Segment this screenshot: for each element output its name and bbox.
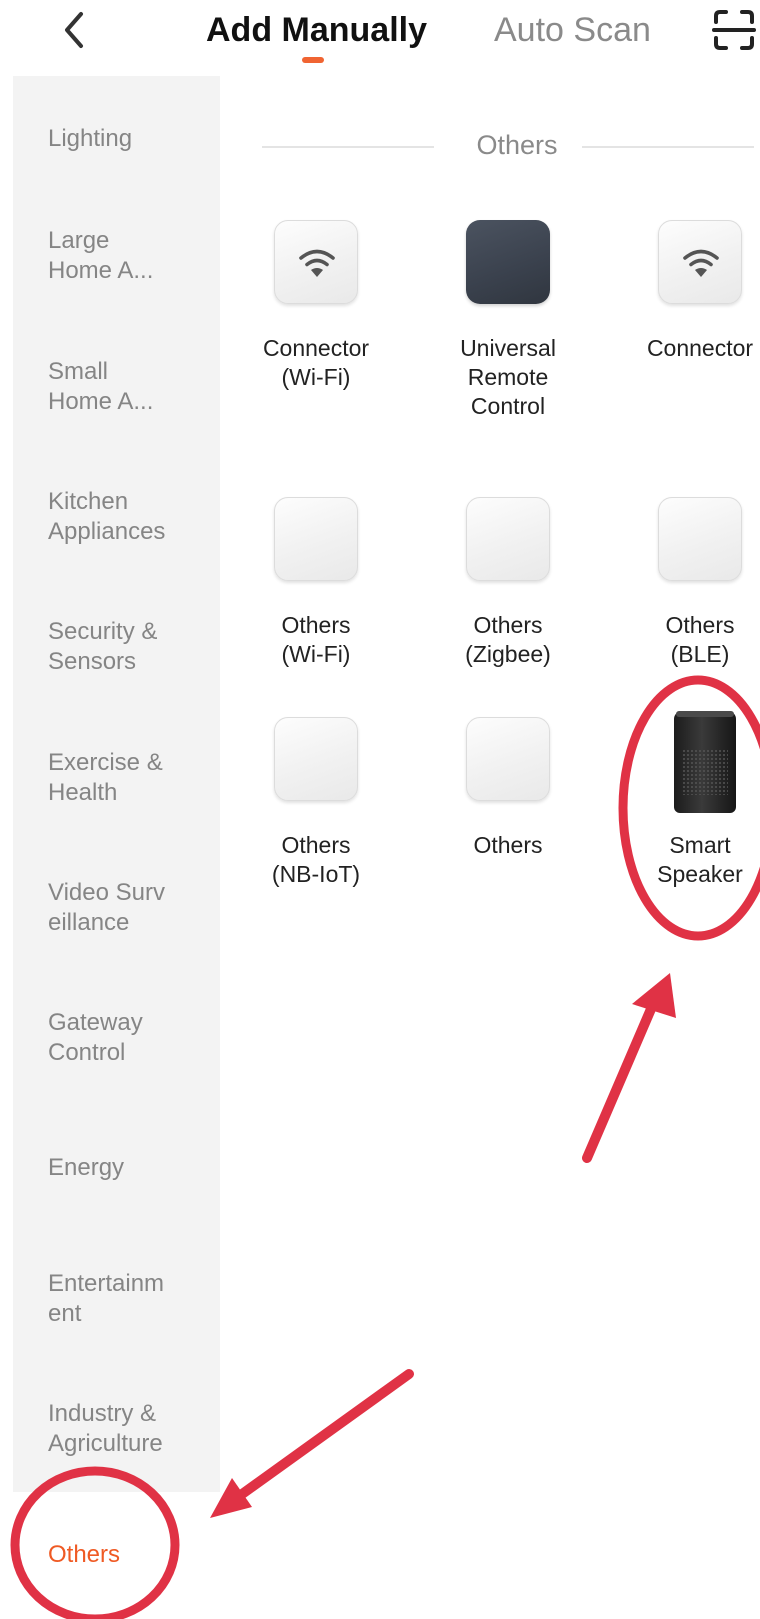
top-bar: Add Manually Auto Scan bbox=[0, 0, 760, 72]
sidebar-item-kitchen-appliances[interactable]: Kitchen Appliances bbox=[13, 487, 220, 547]
sidebar-item-label: Industry & Agriculture bbox=[48, 1400, 163, 1457]
tab-add-manually[interactable]: Add Manually bbox=[206, 10, 427, 50]
back-button[interactable] bbox=[52, 8, 96, 52]
speaker-top bbox=[676, 711, 734, 717]
sidebar-item-energy[interactable]: Energy bbox=[13, 1153, 220, 1183]
device-tile bbox=[658, 220, 742, 304]
sidebar-item-industry-agriculture[interactable]: Industry & Agriculture bbox=[13, 1399, 220, 1459]
arrow-to-speaker-head bbox=[632, 973, 676, 1018]
device-label: Universal Remote Control bbox=[460, 335, 556, 419]
tab-auto-scan[interactable]: Auto Scan bbox=[494, 10, 651, 50]
sidebar-item-label: Others bbox=[48, 1541, 121, 1568]
sidebar-item-label: Gateway Control bbox=[48, 1009, 143, 1066]
sidebar-item-small-home-appliances[interactable]: Small Home A... bbox=[13, 357, 220, 417]
category-sidebar: Lighting Large Home A... Small Home A...… bbox=[13, 76, 220, 1492]
active-tab-indicator bbox=[302, 57, 324, 63]
device-label: Others (NB-IoT) bbox=[271, 832, 361, 887]
scan-frame-icon bbox=[712, 10, 756, 50]
device-label: Connector (Wi-Fi) bbox=[262, 335, 370, 390]
sidebar-item-label: Exercise & Health bbox=[48, 749, 163, 806]
sidebar-item-video-surveillance[interactable]: Video Surv eillance bbox=[13, 878, 220, 938]
arrow-to-others-shaft bbox=[233, 1369, 414, 1502]
smart-speaker-icon bbox=[674, 711, 736, 813]
sidebar-item-large-home-appliances[interactable]: Large Home A... bbox=[13, 226, 220, 286]
chevron-left-icon bbox=[65, 12, 83, 48]
blank-tile-icon bbox=[658, 497, 742, 581]
device-label: Others (Zigbee) bbox=[465, 612, 551, 667]
sidebar-item-security-sensors[interactable]: Security & Sensors bbox=[13, 617, 220, 677]
sidebar-item-gateway-control[interactable]: Gateway Control bbox=[13, 1008, 220, 1068]
sidebar-item-label: Lighting bbox=[48, 125, 133, 152]
arrow-to-speaker-shaft bbox=[582, 997, 659, 1163]
device-label: Others bbox=[473, 832, 543, 858]
sidebar-item-label: Security & Sensors bbox=[48, 618, 158, 675]
sidebar-item-label: Small Home A... bbox=[48, 358, 154, 415]
sidebar-item-exercise-health[interactable]: Exercise & Health bbox=[13, 748, 220, 808]
divider bbox=[262, 146, 434, 148]
blank-tile-icon bbox=[274, 497, 358, 581]
device-label: Smart Speaker bbox=[657, 832, 743, 887]
sidebar-item-entertainment[interactable]: Entertainm ent bbox=[13, 1269, 220, 1329]
scan-button[interactable] bbox=[712, 8, 756, 52]
wifi-icon bbox=[299, 249, 335, 277]
remote-tile-icon bbox=[466, 220, 550, 304]
sidebar-item-label: Entertainm ent bbox=[48, 1270, 165, 1327]
sidebar-item-label: Large Home A... bbox=[48, 227, 154, 284]
device-tile bbox=[274, 220, 358, 304]
sidebar-item-label: Energy bbox=[48, 1154, 125, 1181]
device-label: Connector bbox=[646, 335, 754, 361]
blank-tile-icon bbox=[466, 717, 550, 801]
sidebar-item-label: Video Surv eillance bbox=[48, 879, 165, 936]
blank-tile-icon bbox=[274, 717, 358, 801]
device-label: Others (BLE) bbox=[665, 612, 735, 667]
sidebar-item-others[interactable]: Others bbox=[13, 1540, 220, 1570]
wifi-icon bbox=[683, 249, 719, 277]
sidebar-item-label: Kitchen Appliances bbox=[48, 488, 166, 545]
section-title: Others bbox=[476, 130, 558, 160]
speaker-mesh bbox=[682, 749, 728, 795]
blank-tile-icon bbox=[466, 497, 550, 581]
device-label: Others (Wi-Fi) bbox=[281, 612, 351, 667]
section-header: Others bbox=[262, 128, 754, 168]
divider bbox=[582, 146, 754, 148]
sidebar-item-lighting[interactable]: Lighting bbox=[13, 124, 220, 154]
